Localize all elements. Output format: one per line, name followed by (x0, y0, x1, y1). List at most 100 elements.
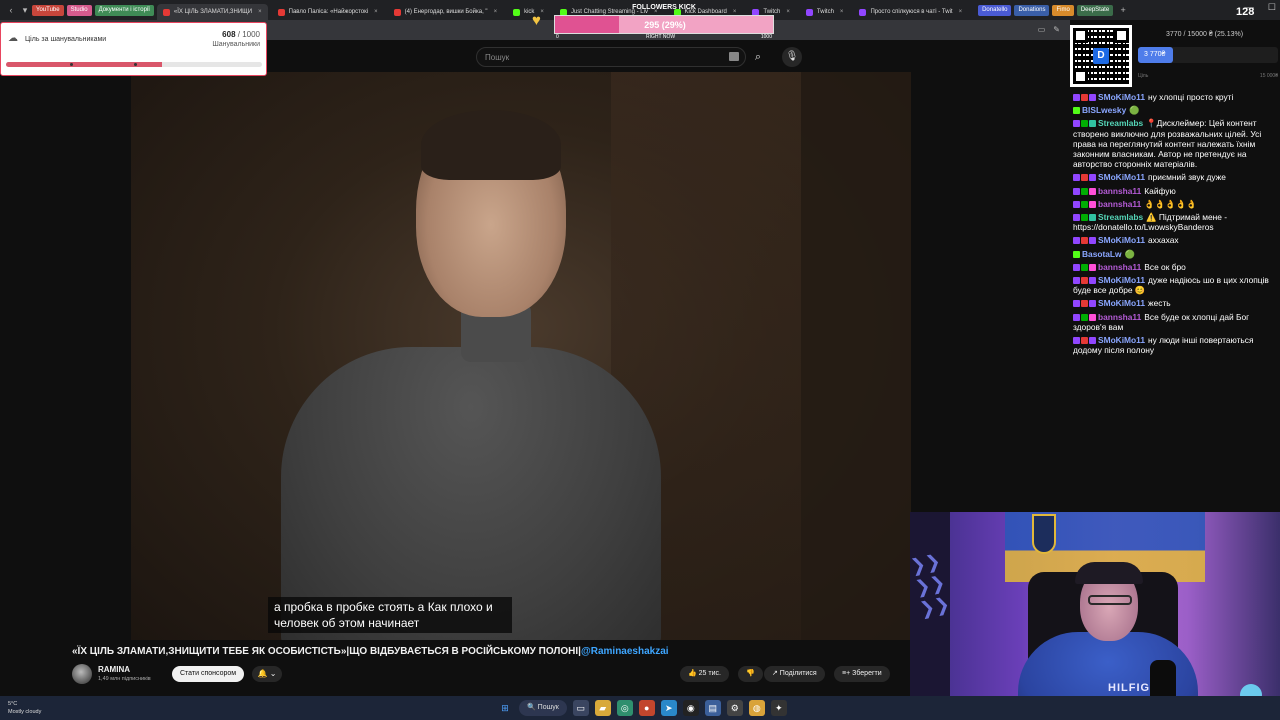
chat-username[interactable]: SMoKiMo11 (1098, 275, 1145, 285)
edge-icon[interactable]: ◎ (616, 700, 633, 716)
telegram-icon[interactable]: ➤ (660, 700, 677, 716)
share-button[interactable]: ↗ Поділитися (764, 666, 825, 682)
browser-tab[interactable]: Twitch × (800, 4, 850, 20)
video-player[interactable] (131, 72, 911, 640)
firefox-icon[interactable]: ● (638, 700, 655, 716)
donation-max-label: 15 000₴ (1259, 73, 1278, 79)
app-icon[interactable]: ✦ (770, 700, 787, 716)
kick-progress-bar: 295 (29%) (554, 15, 774, 34)
chat-badge-icon (1089, 94, 1096, 101)
video-title-mention[interactable]: @Raminaeshakzai (581, 646, 669, 657)
sponsor-button[interactable]: Стати спонсором (172, 666, 245, 682)
chat-messages: SMoKiMo11 ну хлопці просто круті BISLwesky… (1073, 92, 1276, 358)
chat-username[interactable]: Streamlabs (1098, 212, 1143, 222)
browser-tab[interactable]: (4) Енергодар, вишки Бойка, " × (388, 4, 503, 20)
bookmark-item[interactable]: Документи і історії (94, 4, 154, 16)
notifications-button[interactable]: 🔔 ⌄ (252, 666, 282, 682)
chat-text: ⚠️ Підтримай мене - https://donatello.to… (1073, 212, 1228, 233)
channel-avatar[interactable] (72, 664, 92, 684)
chat-username[interactable]: BasotaLw (1082, 249, 1122, 259)
chat-username[interactable]: SMoKiMo11 (1098, 335, 1145, 345)
chat-username[interactable]: bannsha11 (1098, 262, 1141, 272)
save-button[interactable]: ≡+ Зберегти (834, 666, 890, 682)
chat-badge-icon (1081, 300, 1088, 308)
chat-username[interactable]: Streamlabs (1098, 118, 1143, 128)
chrome-icon[interactable]: ◍ (748, 700, 765, 716)
tab-favicon-icon (393, 8, 401, 16)
goal-marker (70, 63, 73, 66)
chat-badge-icon (1081, 214, 1088, 222)
video-title: «ЇХ ЦІЛЬ ЗЛАМАТИ,ЗНИЩИТИ ТЕБЕ ЯК ОСОБИСТ… (72, 646, 669, 657)
menu-icon[interactable]: ▾ (18, 5, 32, 16)
chat-message: bannsha11 Кайфую (1073, 186, 1276, 196)
taskbar-search[interactable]: 🔍 Пошук (519, 700, 567, 716)
new-tab-icon[interactable]: + (1116, 5, 1130, 15)
chat-username[interactable]: SMoKiMo11 (1098, 92, 1145, 102)
browser-tab[interactable]: Просто спілкуюся в чаті - Twit × (853, 4, 968, 20)
close-tab-icon[interactable]: × (258, 9, 262, 15)
chat-badge-icon (1089, 337, 1096, 345)
chat-badge-icon (1089, 200, 1096, 208)
goal-hand-icon: ☁ (8, 33, 18, 44)
close-tab-icon[interactable]: × (840, 9, 844, 15)
bookmark-item[interactable]: Studio (66, 4, 92, 16)
bookmark-item[interactable]: DeepState (1076, 4, 1114, 16)
chat-username[interactable]: bannsha11 (1098, 312, 1141, 322)
maximize-icon[interactable]: ☐ (1268, 2, 1276, 13)
taskbar: 5°C Mostly cloudy ⊞ 🔍 Пошук ▭ ▰ ◎ ● ➤ ◉ … (0, 696, 1280, 720)
goal-count: 608 / 1000 (222, 30, 260, 39)
chat-badge-icon (1081, 277, 1088, 285)
keyboard-icon[interactable] (729, 52, 739, 61)
chat-badge-icon (1073, 313, 1080, 321)
chat-badge-icon (1073, 94, 1080, 101)
channel-row: RAMINA 1,49 млн підписників Стати спонсо… (72, 662, 912, 686)
browser-tab[interactable]: «ЇХ ЦІЛЬ ЗЛАМАТИ,ЗНИЩИ × (156, 4, 268, 20)
chat-badge-icon (1081, 237, 1088, 245)
chat-username[interactable]: BISLwesky (1082, 105, 1126, 115)
like-button[interactable]: 👍 25 тис. (680, 666, 729, 682)
chat-message: bannsha11 Все ок бро (1073, 262, 1276, 272)
app-icon[interactable]: ⚙ (726, 700, 743, 716)
chat-badge-icon (1081, 313, 1088, 321)
file-explorer-icon[interactable]: ▰ (594, 700, 611, 716)
goal-total: / 1000 (235, 30, 260, 39)
kick-max-label: 1000 (760, 34, 772, 40)
obs-icon[interactable]: ◉ (682, 700, 699, 716)
close-tab-icon[interactable]: × (786, 9, 790, 15)
bookmark-item[interactable]: YouTube (32, 4, 64, 16)
chat-username[interactable]: bannsha11 (1098, 199, 1141, 209)
channel-name[interactable]: RAMINA (98, 665, 130, 674)
chat-username[interactable]: SMoKiMo11 (1098, 172, 1145, 182)
search-input[interactable]: Пошук (476, 47, 746, 67)
kick-title: FOLLOWERS KICK (632, 4, 696, 11)
chat-username[interactable]: SMoKiMo11 (1098, 235, 1145, 245)
webcam-feed: ❯❯ ❯❯ ❯❯ HILFIGER (910, 512, 1280, 720)
start-icon[interactable]: ⊞ (497, 700, 513, 716)
dislike-button[interactable]: 👎 (738, 666, 763, 682)
search-icon[interactable]: ⌕ (748, 47, 768, 67)
back-icon[interactable]: ‹ (4, 5, 18, 15)
microphone-icon[interactable]: 🎙 (782, 47, 802, 67)
donation-progress-fill: 3 770₴ (1138, 47, 1174, 63)
chat-message: SMoKiMo11 дуже надіюсь шо в цих хлопців б… (1073, 275, 1276, 295)
edit-icon[interactable]: ✎ (1053, 25, 1060, 34)
close-tab-icon[interactable]: × (494, 9, 498, 15)
chat-username[interactable]: SMoKiMo11 (1098, 298, 1145, 308)
tab-favicon-icon (277, 8, 285, 16)
bookmark-item[interactable]: Donatello (978, 4, 1012, 16)
chat-badge-icon (1089, 277, 1096, 285)
app-icon[interactable]: ▤ (704, 700, 721, 716)
chat-message: SMoKiMo11 ну люди інші повертаються додом… (1073, 335, 1276, 355)
chat-username[interactable]: bannsha11 (1098, 186, 1141, 196)
video-title-text: «ЇХ ЦІЛЬ ЗЛАМАТИ,ЗНИЩИТИ ТЕБЕ ЯК ОСОБИСТ… (72, 646, 581, 657)
chat-badge-icon (1081, 337, 1088, 345)
browser-tab[interactable]: Павло Паліса: «Найжорстокі × (272, 4, 384, 20)
bookmark-item[interactable]: Fimo (1052, 4, 1074, 16)
cast-icon[interactable]: ▭ (1038, 25, 1046, 34)
task-view-icon[interactable]: ▭ (572, 700, 589, 716)
bookmark-item[interactable]: Donations (1014, 4, 1050, 16)
weather-widget[interactable]: 5°C Mostly cloudy (8, 700, 41, 716)
close-tab-icon[interactable]: × (959, 9, 963, 15)
browser-tab[interactable]: kick × (507, 4, 550, 20)
close-tab-icon[interactable]: × (374, 9, 378, 15)
